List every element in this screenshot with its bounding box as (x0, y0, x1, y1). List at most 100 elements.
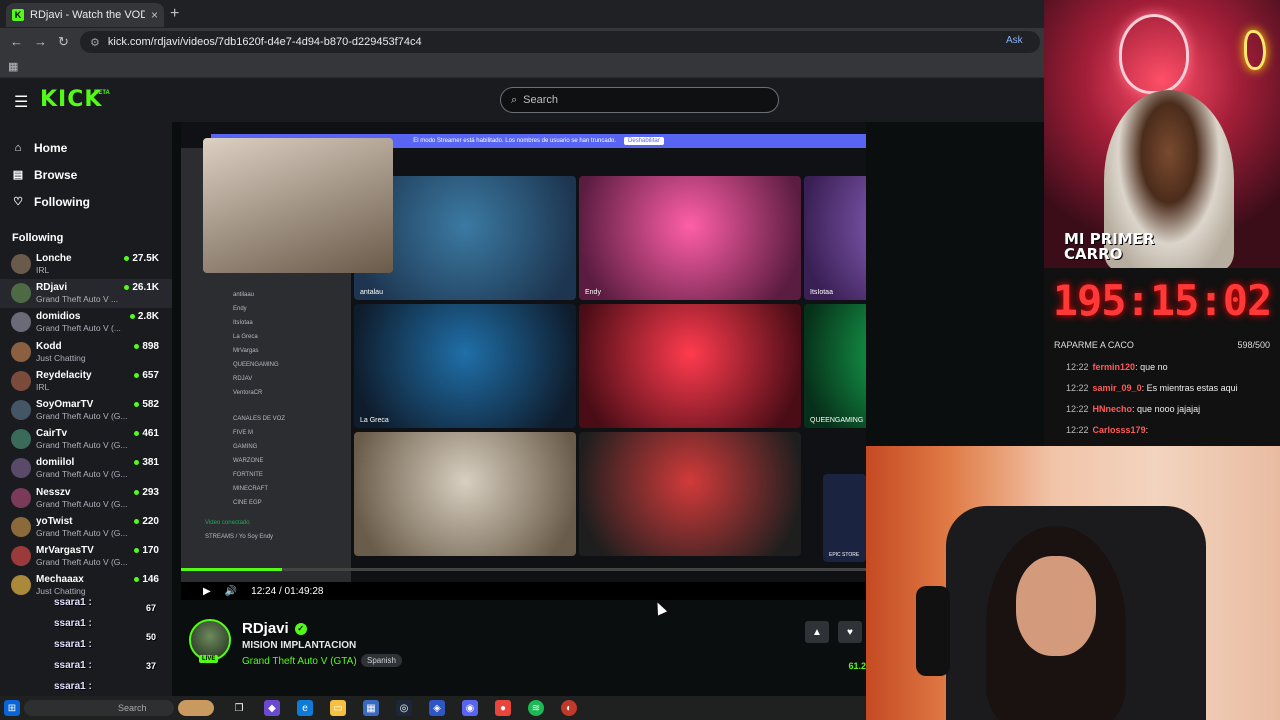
channel-name: domidios (36, 311, 81, 323)
notification-bell-icon[interactable]: ▲ (805, 621, 829, 643)
viewer-count-text: 582 (142, 398, 159, 410)
url-text: kick.com/rdjavi/videos/7db1620f-d4e7-4d9… (107, 36, 422, 48)
following-channel[interactable]: Lonche IRL 27.5K (0, 250, 172, 279)
menu-icon[interactable]: ☰ (14, 92, 28, 112)
progress-fill (181, 568, 282, 571)
following-channel[interactable]: SoyOmarTV Grand Theft Auto V (G... 582 (0, 396, 172, 425)
browser-tab[interactable]: K RDjavi - Watch the VOD on Kick × (6, 3, 164, 27)
voice-channel[interactable]: GAMING (181, 440, 351, 454)
disable-button[interactable]: Deshabilitar (624, 137, 664, 145)
channel-category: Grand Theft Auto V (G... (36, 527, 128, 538)
channel-category: Grand Theft Auto V (G... (36, 440, 128, 451)
copilot-icon[interactable]: ◆ (264, 700, 280, 716)
following-channel[interactable]: domiilol Grand Theft Auto V (G... 381 (0, 454, 172, 483)
sidebar-item-following[interactable]: ♡ Following (12, 188, 90, 215)
follow-heart-icon[interactable]: ♥ (838, 621, 862, 643)
epic-store-panel: EPIC STORE (823, 474, 866, 562)
voice-channel[interactable]: FORTNITE (181, 468, 351, 482)
viewer-count: 26.1K (124, 282, 159, 293)
viewer-count-text: 170 (142, 544, 159, 556)
steam-icon[interactable]: ◎ (396, 700, 412, 716)
sidebar-item-label: Home (34, 140, 68, 155)
spotify-icon[interactable]: ≋ (528, 700, 544, 716)
beta-badge: BETA (94, 90, 110, 96)
discord-user-row[interactable]: MrVargas (181, 344, 351, 358)
new-tab-button[interactable]: + (170, 5, 179, 23)
banner-text: El modo Streamer está habilitado. Los no… (413, 138, 617, 144)
widget-icon[interactable] (178, 700, 214, 716)
voice-channel[interactable]: CINE EGP (181, 496, 351, 510)
sidebar-nav: ⌂ Home ▤ Browse ♡ Following (12, 134, 90, 215)
channel-name: RDjavi (36, 282, 68, 294)
live-dot-icon (134, 547, 140, 553)
discord-user-row[interactable]: La Greca (181, 330, 351, 344)
video-player[interactable]: El modo Streamer está habilitado. Los no… (181, 122, 866, 582)
following-channel[interactable]: Mechaaax Just Chatting 146 (0, 571, 172, 600)
stream-chat-overlay: 12:22 fermin120: que no 12:22 samir_09_0: E… (1044, 358, 1280, 448)
following-channel[interactable]: MrVargasTV Grand Theft Auto V (G... 170 (0, 542, 172, 571)
viewer-count: 146 (134, 574, 159, 585)
channel-name[interactable]: RDjavi (242, 620, 289, 637)
edge-icon[interactable]: e (297, 700, 313, 716)
taskbar-search[interactable]: Search (24, 700, 174, 716)
live-dot-icon (124, 285, 130, 291)
avatar (11, 545, 31, 566)
viewer-count: 293 (134, 487, 159, 498)
channel-name: MrVargasTV (36, 544, 94, 556)
back-button[interactable]: ← (10, 34, 23, 49)
webcam-caption: MI PRIMER CARRO (1064, 232, 1155, 262)
start-icon[interactable]: ⊞ (4, 700, 20, 716)
chrome-icon[interactable]: ● (495, 700, 511, 716)
microphone (916, 586, 950, 676)
stream-category[interactable]: Grand Theft Auto V (GTA) (242, 656, 357, 667)
discord-user-row[interactable]: Endy (181, 302, 351, 316)
apps-grid-icon[interactable]: ▦ (8, 60, 18, 73)
app-icon[interactable]: ◈ (429, 700, 445, 716)
discord-user-row[interactable]: antilaau (181, 288, 351, 302)
chat-text: : que no (1135, 362, 1168, 372)
search-input[interactable]: ⌕ Search (500, 87, 779, 113)
channel-category: Grand Theft Auto V (G... (36, 498, 128, 509)
avatar (11, 341, 31, 362)
volume-button[interactable]: 🔊 (225, 586, 237, 597)
following-channel[interactable]: Kodd Just Chatting 898 (0, 338, 172, 367)
following-channel[interactable]: Nesszv Grand Theft Auto V (G... 293 (0, 484, 172, 513)
chat-time: 12:22 (1066, 425, 1089, 435)
discord-user-row[interactable]: QUEENGAMING (181, 358, 351, 372)
following-channel[interactable]: yoTwist Grand Theft Auto V (G... 220 (0, 513, 172, 542)
following-channel[interactable]: Reydelacity IRL 657 (0, 367, 172, 396)
url-field[interactable]: ⚙ kick.com/rdjavi/videos/7db1620f-d4e7-4… (80, 31, 1040, 53)
live-dot-icon (134, 518, 140, 524)
voice-channel[interactable]: WARZONE (181, 454, 351, 468)
live-dot-icon (134, 343, 140, 349)
discord-icon[interactable]: ◉ (462, 700, 478, 716)
ask-button[interactable]: Ask (1006, 35, 1023, 46)
sidebar-item-browse[interactable]: ▤ Browse (12, 161, 90, 188)
language-tag[interactable]: Spanish (361, 654, 402, 667)
following-channel[interactable]: CairTv Grand Theft Auto V (G... 461 (0, 425, 172, 454)
discord-user-row[interactable]: ItsIotaa (181, 316, 351, 330)
viewer-count: 27.5K (124, 253, 159, 264)
viewer-count: 381 (134, 457, 159, 468)
following-channel[interactable]: RDjavi Grand Theft Auto V ... 26.1K (0, 279, 172, 309)
progress-bar[interactable] (181, 568, 866, 571)
explorer-icon[interactable]: ▭ (330, 700, 346, 716)
play-button[interactable]: ▶ (203, 586, 211, 597)
channel-name: Nesszv (36, 486, 71, 498)
following-channel[interactable]: domidios Grand Theft Auto V (... 2.8K (0, 308, 172, 337)
obs-icon[interactable]: ◐ (561, 700, 577, 716)
store-icon[interactable]: ▦ (363, 700, 379, 716)
forward-button[interactable]: → (34, 34, 47, 49)
discord-user-row[interactable]: RDJAV (181, 372, 351, 386)
streamer-webcam-top: MI PRIMER CARRO (1044, 0, 1280, 268)
reload-button[interactable]: ↻ (58, 34, 69, 50)
discord-user-row[interactable]: VentoraCR (181, 386, 351, 400)
site-settings-icon[interactable]: ⚙ (90, 36, 100, 49)
voice-channel[interactable]: FIVE M (181, 426, 351, 440)
tab-close-icon[interactable]: × (151, 8, 158, 22)
voice-channel[interactable]: MINECRAFT (181, 482, 351, 496)
task-view-icon[interactable]: ❐ (231, 700, 247, 716)
channel-category: IRL (36, 265, 50, 275)
neon-sign-face (1119, 14, 1189, 94)
sidebar-item-home[interactable]: ⌂ Home (12, 134, 90, 161)
